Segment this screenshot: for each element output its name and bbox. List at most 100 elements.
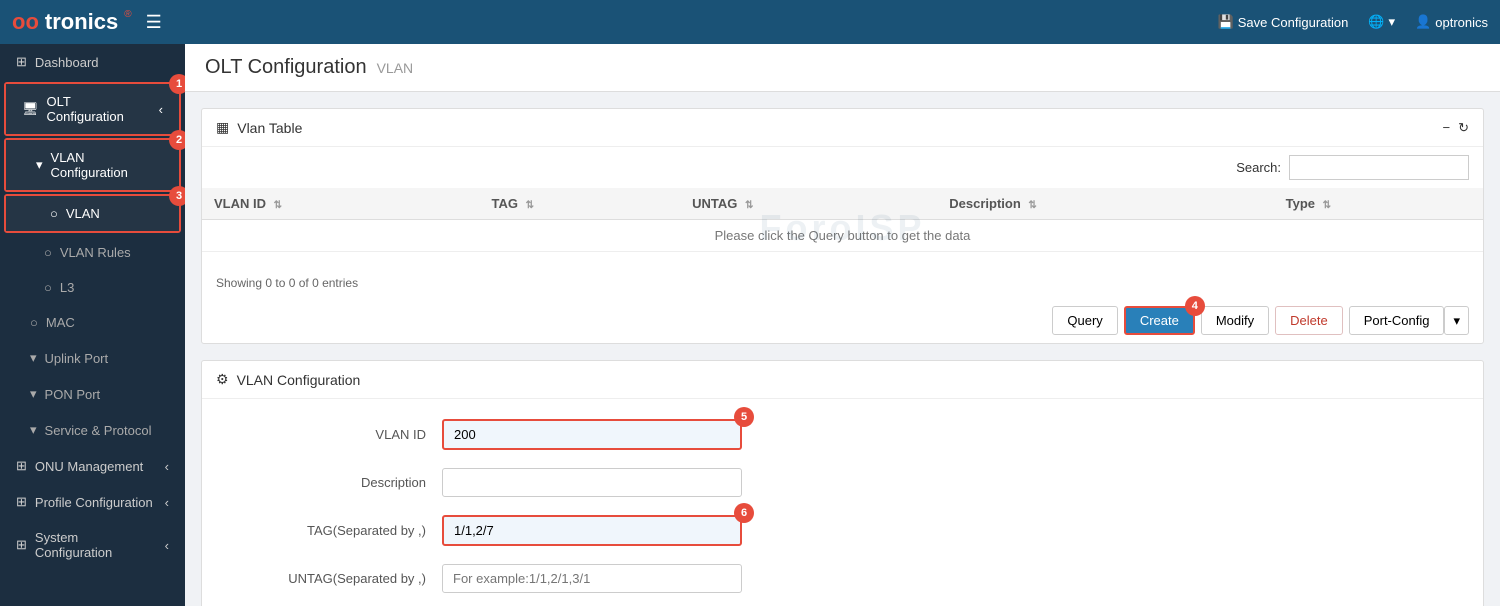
username-label: optronics (1435, 15, 1488, 30)
sidebar-olt-config-label: OLT Configuration (47, 94, 151, 124)
save-config-button[interactable]: 💾 Save Configuration (1218, 14, 1349, 30)
system-icon: ⊞ (16, 537, 27, 553)
modify-button[interactable]: Modify (1201, 306, 1269, 335)
table-empty-row: Please click the Query button to get the… (202, 220, 1483, 252)
badge-3: 3 (169, 186, 185, 206)
logo-dot: ® (124, 9, 131, 20)
vlan-form-title: VLAN Configuration (237, 372, 361, 388)
monitor-icon: 🖥 (22, 101, 39, 117)
user-button[interactable]: 👤 optronics (1415, 14, 1488, 30)
sidebar-uplink-label: Uplink Port (45, 351, 109, 366)
sidebar-item-l3[interactable]: ○ L3 (0, 270, 185, 305)
vlan-id-label: VLAN ID (242, 427, 442, 442)
sidebar-item-olt-config[interactable]: 🖥 OLT Configuration ‹ (6, 84, 179, 134)
port-config-dropdown-icon[interactable]: ▾ (1444, 306, 1469, 335)
refresh-icon[interactable]: ↻ (1458, 120, 1469, 136)
vlan-config-expand-icon: ▾ (36, 157, 43, 173)
save-icon: 💾 (1218, 14, 1234, 30)
table-actions: Query Create 4 Modify Delete Port-Config… (202, 298, 1483, 343)
sort-type-icon[interactable]: ⇅ (1323, 200, 1331, 211)
search-area: Search: (202, 147, 1483, 188)
badge-1: 1 (169, 74, 185, 94)
vlan-form-icon: ⚙ (216, 371, 229, 388)
vlan-table-card-header: ▦ Vlan Table − ↻ (202, 109, 1483, 147)
create-button[interactable]: Create (1124, 306, 1195, 335)
sidebar-item-dashboard[interactable]: ⊞ Dashboard (0, 44, 185, 80)
create-button-wrapper: Create 4 (1124, 306, 1195, 335)
search-input[interactable] (1289, 155, 1469, 180)
search-label: Search: (1236, 160, 1281, 175)
system-collapse-icon: ‹ (165, 538, 169, 553)
table-container: ForoISP VLAN ID ⇅ TAG ⇅ (202, 188, 1483, 268)
delete-button[interactable]: Delete (1275, 306, 1343, 335)
sidebar-vlan-config-label: VLAN Configuration (51, 150, 163, 180)
description-input[interactable] (442, 468, 742, 497)
profile-icon: ⊞ (16, 494, 27, 510)
sidebar-item-dashboard-label: Dashboard (35, 55, 99, 70)
untag-row: UNTAG(Separated by ,) (242, 564, 1443, 593)
uplink-port-expand-icon: ▾ (30, 350, 37, 366)
language-button[interactable]: 🌐 ▾ (1368, 14, 1395, 30)
untag-label: UNTAG(Separated by ,) (242, 571, 442, 586)
sidebar-item-pon-port[interactable]: ▾ PON Port (0, 376, 185, 412)
sidebar-vlan-rules-label: VLAN Rules (60, 245, 131, 260)
olt-collapse-icon: ‹ (159, 102, 163, 117)
description-row: Description (242, 468, 1443, 497)
sidebar-item-vlan-config[interactable]: ▾ VLAN Configuration (6, 140, 179, 190)
query-button[interactable]: Query (1052, 306, 1117, 335)
sidebar-service-label: Service & Protocol (45, 423, 152, 438)
sort-untag-icon[interactable]: ⇅ (745, 200, 753, 211)
vlan-id-input[interactable] (442, 419, 742, 450)
vlan-rules-bullet-icon: ○ (44, 245, 52, 260)
badge-6: 6 (734, 503, 754, 523)
logo-part1: oo (12, 9, 39, 35)
col-description: Description ⇅ (937, 188, 1273, 220)
col-tag: TAG ⇅ (480, 188, 681, 220)
dashboard-icon: ⊞ (16, 54, 27, 70)
vlan-form-body: VLAN ID 5 Description TAG(Separated by ,… (202, 399, 1483, 606)
sidebar-item-onu-management[interactable]: ⊞ ONU Management ‹ (0, 448, 185, 484)
sidebar-onu-label: ONU Management (35, 459, 143, 474)
col-vlan-id: VLAN ID ⇅ (202, 188, 480, 220)
untag-input[interactable] (442, 564, 742, 593)
page-title: OLT Configuration (205, 56, 367, 79)
page-subtitle: VLAN (377, 60, 414, 76)
badge-4: 4 (1185, 296, 1205, 316)
sidebar-item-uplink-port[interactable]: ▾ Uplink Port (0, 340, 185, 376)
sort-desc-icon[interactable]: ⇅ (1028, 200, 1036, 211)
onu-collapse-icon: ‹ (165, 459, 169, 474)
badge-5: 5 (734, 407, 754, 427)
port-config-button[interactable]: Port-Config (1349, 306, 1445, 335)
vlan-id-field-wrapper: 5 (442, 419, 742, 450)
sidebar-item-service-protocol[interactable]: ▾ Service & Protocol (0, 412, 185, 448)
sidebar-pon-label: PON Port (45, 387, 101, 402)
port-config-button-group: Port-Config ▾ (1349, 306, 1469, 335)
sidebar-item-profile-config[interactable]: ⊞ Profile Configuration ‹ (0, 484, 185, 520)
profile-collapse-icon: ‹ (165, 495, 169, 510)
tag-input[interactable] (442, 515, 742, 546)
sidebar-item-vlan[interactable]: ○ VLAN (6, 196, 179, 231)
badge-2: 2 (169, 130, 185, 150)
minimize-icon[interactable]: − (1443, 120, 1451, 136)
sidebar-item-vlan-rules[interactable]: ○ VLAN Rules (0, 235, 185, 270)
save-config-label: Save Configuration (1238, 15, 1349, 30)
vlan-form-header: ⚙ VLAN Configuration (202, 361, 1483, 399)
sidebar-profile-label: Profile Configuration (35, 495, 153, 510)
mac-bullet-icon: ○ (30, 315, 38, 330)
sidebar-l3-label: L3 (60, 280, 74, 295)
sidebar-item-mac[interactable]: ○ MAC (0, 305, 185, 340)
globe-icon: 🌐 (1368, 14, 1384, 30)
topbar-left: ootronics® ☰ (12, 9, 162, 35)
vlan-bullet-icon: ○ (50, 206, 58, 221)
sort-vlan-id-icon[interactable]: ⇅ (274, 200, 282, 211)
hamburger-icon[interactable]: ☰ (146, 12, 162, 33)
user-icon: 👤 (1415, 14, 1431, 30)
vlan-config-form-card: ⚙ VLAN Configuration VLAN ID 5 Descripti… (201, 360, 1484, 606)
vlan-table: VLAN ID ⇅ TAG ⇅ UNTAG ⇅ (202, 188, 1483, 252)
sidebar-mac-label: MAC (46, 315, 75, 330)
tag-label: TAG(Separated by ,) (242, 523, 442, 538)
sort-tag-icon[interactable]: ⇅ (526, 200, 534, 211)
vlan-table-card: ▦ Vlan Table − ↻ Search: ForoISP (201, 108, 1484, 344)
sidebar-item-system-config[interactable]: ⊞ System Configuration ‹ (0, 520, 185, 570)
col-type: Type ⇅ (1274, 188, 1483, 220)
